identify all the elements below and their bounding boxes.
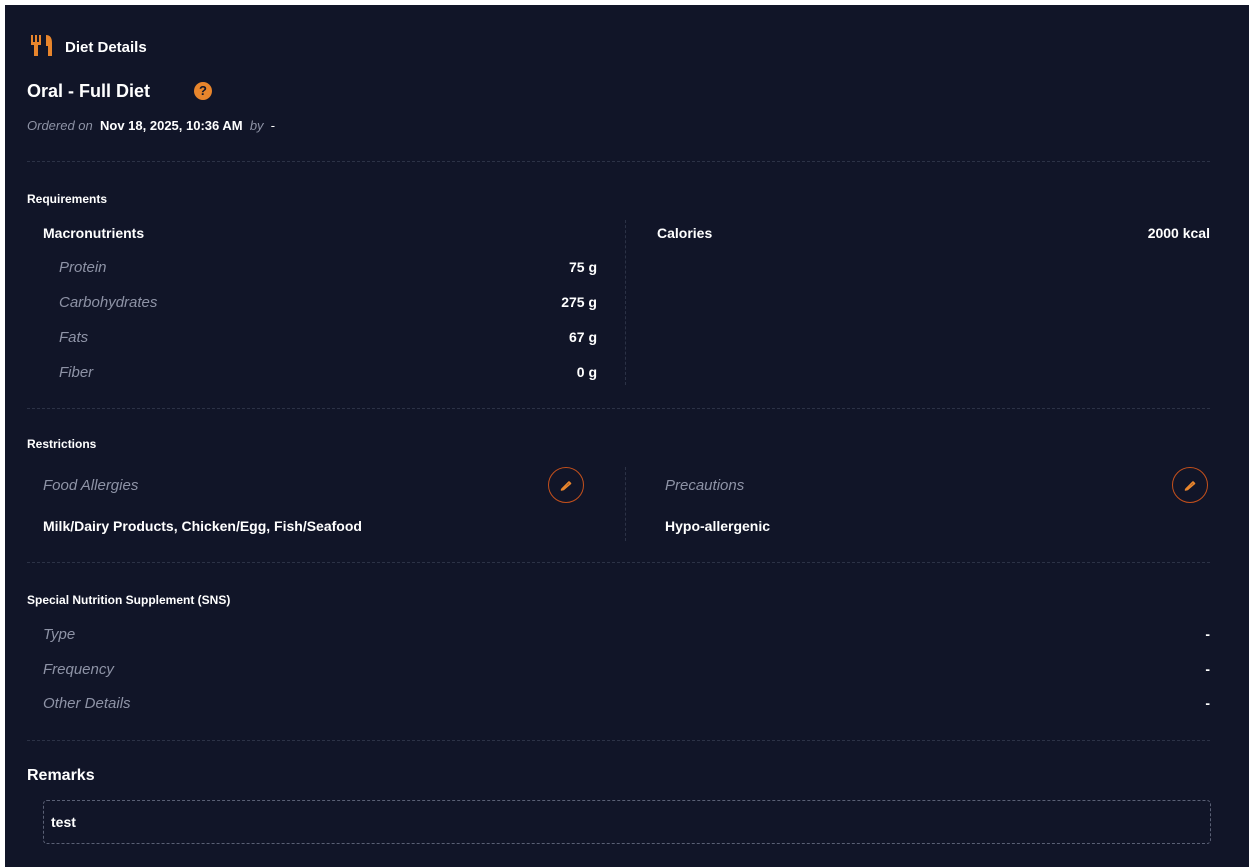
food-allergies-value: Milk/Dairy Products, Chicken/Egg, Fish/S…	[43, 518, 362, 534]
food-allergies-label: Food Allergies	[43, 477, 139, 494]
edit-precautions-button[interactable]	[1172, 467, 1208, 503]
calories-label: Calories	[657, 225, 713, 241]
edit-allergies-button[interactable]	[548, 467, 584, 503]
macro-label-carbohydrates: Carbohydrates	[59, 294, 158, 311]
macronutrients-title: Macronutrients	[43, 225, 145, 241]
restrictions-title: Restrictions	[27, 437, 97, 451]
pencil-icon	[560, 481, 572, 491]
macro-value-fats: 67 g	[568, 329, 597, 345]
ordered-info: Ordered on Nov 18, 2025, 10:36 AM by -	[27, 118, 275, 133]
panel-title: Diet Details	[65, 39, 147, 56]
ordered-prefix: Ordered on	[27, 118, 93, 133]
ordered-by-label: by	[249, 118, 264, 133]
divider	[27, 740, 1210, 741]
remarks-box	[43, 800, 1211, 844]
divider	[27, 408, 1210, 409]
sns-type-label: Type	[43, 626, 76, 643]
ordered-by: -	[270, 118, 276, 133]
sns-frequency-value: -	[1205, 661, 1210, 677]
sns-frequency-label: Frequency	[43, 661, 114, 678]
macro-value-fiber: 0 g	[576, 364, 597, 380]
macro-value-carbohydrates: 275 g	[561, 294, 597, 310]
help-icon[interactable]: ?	[194, 82, 212, 100]
fork-knife-icon	[31, 35, 52, 56]
precautions-value: Hypo-allergenic	[665, 518, 771, 534]
macro-label-fats: Fats	[59, 329, 89, 346]
ordered-date: Nov 18, 2025, 10:36 AM	[100, 118, 243, 133]
column-divider	[625, 220, 626, 385]
pencil-icon	[1184, 481, 1196, 491]
precautions-label: Precautions	[665, 477, 745, 494]
macro-label-fiber: Fiber	[59, 364, 94, 381]
requirements-title: Requirements	[27, 192, 108, 206]
divider	[27, 562, 1210, 563]
remarks-title: Remarks	[27, 767, 95, 784]
sns-title: Special Nutrition Supplement (SNS)	[27, 593, 231, 607]
remarks-value: test	[51, 814, 76, 830]
sns-other-details-value: -	[1205, 695, 1210, 711]
macro-value-protein: 75 g	[568, 259, 597, 275]
sns-type-value: -	[1205, 626, 1210, 642]
sns-other-details-label: Other Details	[43, 695, 131, 712]
diet-name: Oral - Full Diet	[27, 81, 151, 101]
column-divider	[625, 467, 626, 541]
divider	[27, 161, 1210, 162]
calories-value: 2000 kcal	[1147, 225, 1210, 241]
diet-details-panel: Diet Details Oral - Full Diet ? Ordered …	[5, 5, 1249, 867]
macro-label-protein: Protein	[59, 259, 107, 276]
